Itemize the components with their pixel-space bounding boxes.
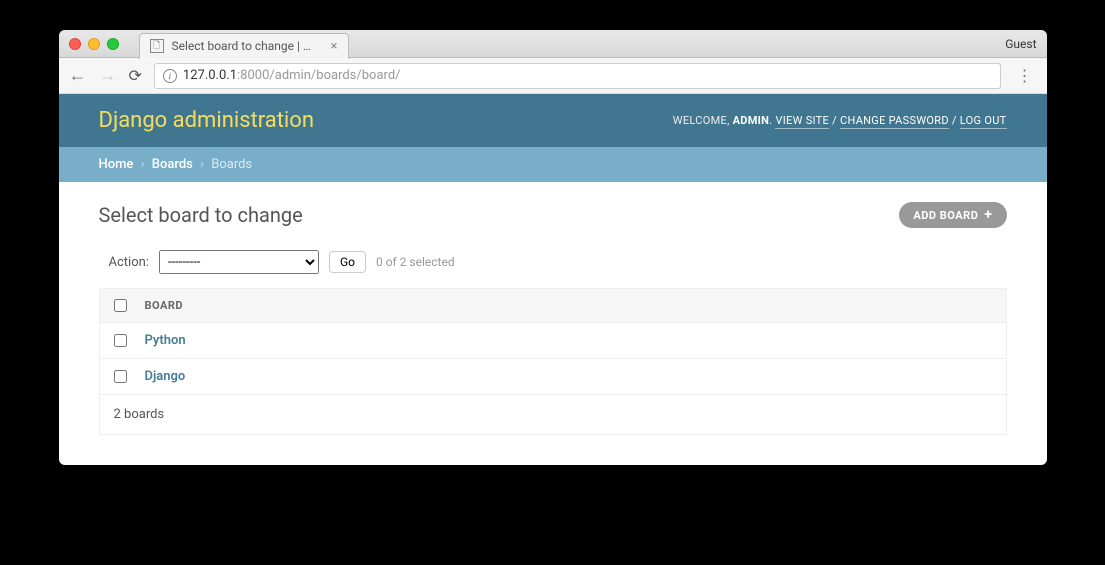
welcome-label: WELCOME,: [673, 114, 730, 127]
close-tab-icon[interactable]: ×: [331, 39, 338, 54]
list-header: BOARD: [100, 289, 1006, 323]
breadcrumb-home[interactable]: Home: [99, 157, 134, 172]
plus-icon: +: [984, 208, 992, 222]
column-header-board[interactable]: BOARD: [145, 299, 184, 312]
action-select[interactable]: ---------: [159, 250, 319, 274]
add-board-label: ADD BOARD: [913, 209, 978, 222]
page-header: Select board to change ADD BOARD +: [99, 202, 1007, 228]
maximize-icon[interactable]: [107, 38, 119, 50]
site-brand[interactable]: Django administration: [99, 108, 314, 133]
main-content: Select board to change ADD BOARD + Actio…: [59, 182, 1047, 465]
forward-button: →: [99, 67, 117, 85]
row-checkbox[interactable]: [114, 334, 127, 347]
change-password-link[interactable]: CHANGE PASSWORD: [840, 114, 949, 129]
browser-toolbar: ← → ⟳ i 127.0.0.1:8000/admin/boards/boar…: [59, 58, 1047, 94]
object-link-django[interactable]: Django: [145, 369, 186, 384]
page-title: Select board to change: [99, 203, 303, 227]
breadcrumb: Home › Boards › Boards: [59, 147, 1047, 182]
close-icon[interactable]: [69, 38, 81, 50]
user-links: WELCOME, ADMIN. VIEW SITE / CHANGE PASSW…: [673, 114, 1007, 127]
table-row: Django: [100, 359, 1006, 395]
page-content: Django administration WELCOME, ADMIN. VI…: [59, 94, 1047, 465]
select-all-checkbox[interactable]: [114, 299, 127, 312]
breadcrumb-current: Boards: [211, 157, 252, 172]
list-footer: 2 boards: [100, 395, 1006, 434]
row-checkbox[interactable]: [114, 370, 127, 383]
logout-link[interactable]: LOG OUT: [960, 114, 1007, 129]
table-row: Python: [100, 323, 1006, 359]
chevron-right-icon: ›: [196, 157, 208, 172]
address-bar[interactable]: i 127.0.0.1:8000/admin/boards/board/: [154, 63, 1001, 89]
browser-menu-icon[interactable]: ⋮: [1013, 66, 1037, 85]
admin-header: Django administration WELCOME, ADMIN. VI…: [59, 94, 1047, 147]
view-site-link[interactable]: VIEW SITE: [775, 114, 829, 129]
selection-count: 0 of 2 selected: [376, 255, 455, 269]
object-link-python[interactable]: Python: [145, 333, 186, 348]
go-button[interactable]: Go: [329, 251, 366, 273]
url-text: 127.0.0.1:8000/admin/boards/board/: [183, 68, 401, 83]
breadcrumb-app[interactable]: Boards: [152, 157, 193, 172]
window-titlebar: 🗋 Select board to change | Djang × Guest: [59, 30, 1047, 58]
browser-window: 🗋 Select board to change | Djang × Guest…: [59, 30, 1047, 465]
site-info-icon[interactable]: i: [163, 69, 177, 83]
reload-button[interactable]: ⟳: [129, 66, 142, 85]
action-label: Action:: [109, 255, 149, 270]
profile-label[interactable]: Guest: [1005, 37, 1036, 51]
minimize-icon[interactable]: [88, 38, 100, 50]
chevron-right-icon: ›: [137, 157, 149, 172]
actions-row: Action: --------- Go 0 of 2 selected: [109, 250, 1007, 274]
add-board-button[interactable]: ADD BOARD +: [899, 202, 1006, 228]
browser-tab[interactable]: 🗋 Select board to change | Djang ×: [139, 33, 349, 59]
page-favicon-icon: 🗋: [150, 39, 164, 53]
username: ADMIN: [733, 114, 770, 127]
tab-title: Select board to change | Djang: [172, 39, 319, 53]
window-controls: [69, 38, 119, 50]
change-list: BOARD Python Django 2 boards: [99, 288, 1007, 435]
back-button[interactable]: ←: [69, 67, 87, 85]
